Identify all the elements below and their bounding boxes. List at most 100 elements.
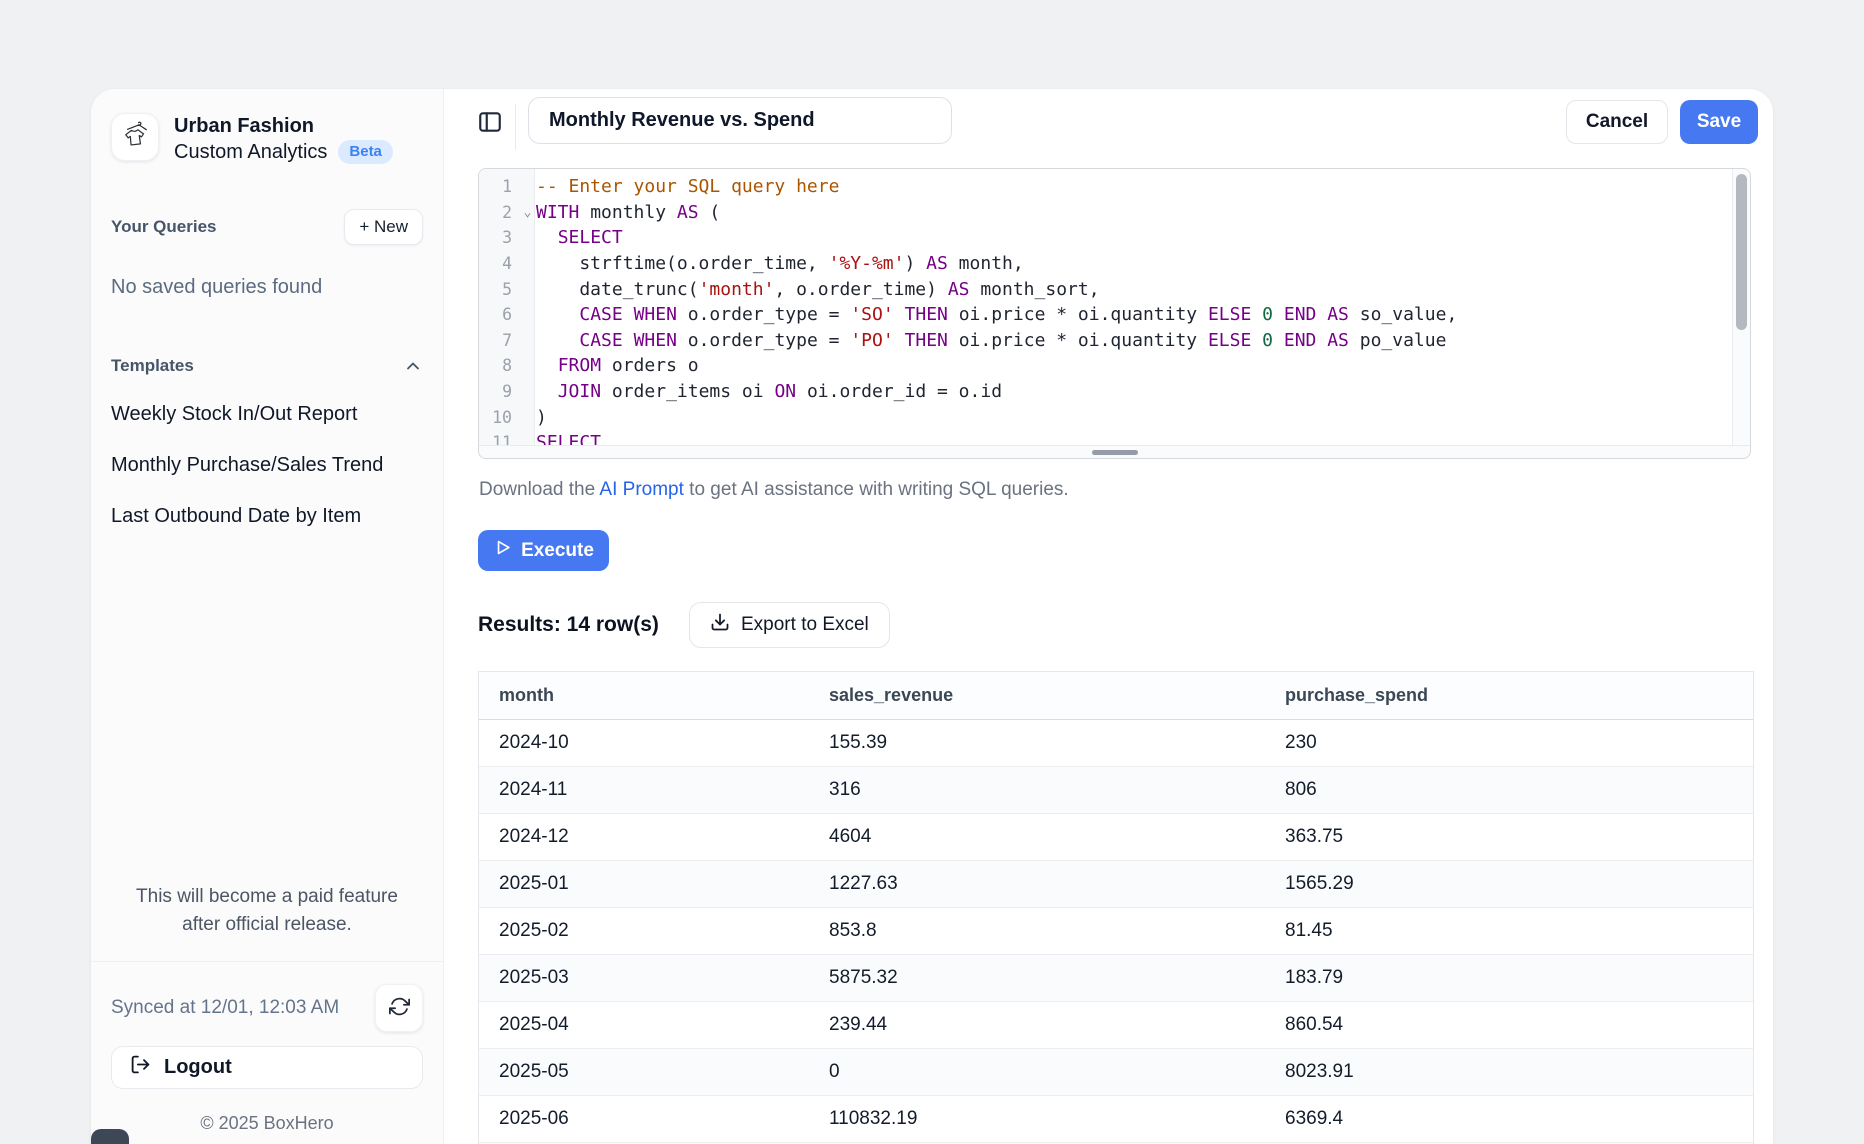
execute-button[interactable]: Execute [478, 530, 609, 571]
results-table-container: monthsales_revenuepurchase_spend 2024-10… [478, 671, 1754, 1144]
line-number: 6 [479, 305, 519, 324]
refresh-button[interactable] [375, 984, 423, 1032]
editor-line: 8 FROM orders o [479, 353, 1732, 379]
code-text[interactable]: CASE WHEN o.order_type = 'SO' THEN oi.pr… [536, 304, 1457, 325]
fold-chevron-icon[interactable]: ⌄ [519, 205, 536, 220]
sidebar-toggle-button[interactable] [475, 108, 505, 138]
save-button[interactable]: Save [1680, 100, 1758, 144]
workspace-titles: Urban Fashion Custom Analytics Beta [174, 113, 393, 165]
workspace-header: Urban Fashion Custom Analytics Beta [111, 113, 423, 165]
app-card: Urban Fashion Custom Analytics Beta Your… [91, 89, 1773, 1144]
sidebar: Urban Fashion Custom Analytics Beta Your… [91, 89, 444, 1144]
line-number: 1 [479, 177, 519, 196]
table-row: 2024-10155.39230 [479, 719, 1753, 766]
header-divider [515, 104, 516, 150]
your-queries-label: Your Queries [111, 217, 217, 237]
table-cell: 2025-03 [479, 954, 809, 1001]
table-cell: 1565.29 [1265, 860, 1753, 907]
table-cell: 5875.32 [809, 954, 1265, 1001]
editor-code-area[interactable]: 1 -- Enter your SQL query here 2⌄WITH mont… [479, 169, 1732, 446]
editor-line: 4 strftime(o.order_time, '%Y-%m') AS mon… [479, 251, 1732, 277]
table-cell: 2025-01 [479, 860, 809, 907]
code-text[interactable]: SELECT [536, 227, 623, 248]
editor-line: 7 CASE WHEN o.order_type = 'PO' THEN oi.… [479, 328, 1732, 354]
download-icon [710, 612, 730, 638]
line-number: 7 [479, 331, 519, 350]
code-text[interactable]: FROM orders o [536, 355, 699, 376]
code-text[interactable]: ) [536, 407, 547, 428]
table-cell: 2025-06 [479, 1095, 809, 1142]
code-text[interactable]: JOIN order_items oi ON oi.order_id = o.i… [536, 381, 1002, 402]
editor-scrollbar-thumb[interactable] [1736, 174, 1747, 330]
ai-prompt-link[interactable]: AI Prompt [599, 479, 683, 500]
table-cell: 363.75 [1265, 813, 1753, 860]
templates-label: Templates [111, 356, 194, 376]
table-row: 2025-02853.881.45 [479, 907, 1753, 954]
editor-line: 6 CASE WHEN o.order_type = 'SO' THEN oi.… [479, 302, 1732, 328]
table-cell: 81.45 [1265, 907, 1753, 954]
table-row: 2025-0508023.91 [479, 1048, 1753, 1095]
table-row: 2025-06110832.196369.4 [479, 1095, 1753, 1142]
paid-note-line1: This will become a paid feature [136, 886, 398, 907]
column-header: sales_revenue [809, 672, 1265, 719]
chevron-up-icon[interactable] [403, 356, 423, 376]
editor-line: 11SELECT [479, 430, 1732, 446]
editor-bottom-bar [479, 445, 1750, 458]
table-cell: 1227.63 [809, 860, 1265, 907]
editor-resize-handle[interactable] [1092, 450, 1138, 455]
template-item[interactable]: Last Outbound Date by Item [111, 503, 423, 529]
code-text[interactable]: strftime(o.order_time, '%Y-%m') AS month… [536, 253, 1024, 274]
table-body: 2024-10155.392302024-113168062024-124604… [479, 719, 1753, 1144]
export-excel-button[interactable]: Export to Excel [689, 602, 890, 648]
line-number: 3 [479, 228, 519, 247]
table-cell: 230 [1265, 719, 1753, 766]
line-number: 4 [479, 254, 519, 273]
table-cell: 155.39 [809, 719, 1265, 766]
refresh-icon [389, 996, 410, 1020]
export-label: Export to Excel [741, 614, 869, 636]
table-cell: 6369.4 [1265, 1095, 1753, 1142]
editor-line: 5 date_trunc('month', o.order_time) AS m… [479, 276, 1732, 302]
logout-label: Logout [164, 1056, 232, 1079]
table-cell: 110832.19 [809, 1095, 1265, 1142]
code-text[interactable]: -- Enter your SQL query here [536, 176, 839, 197]
widget-sliver [91, 1129, 129, 1144]
logout-button[interactable]: Logout [111, 1046, 423, 1089]
table-row: 2024-124604363.75 [479, 813, 1753, 860]
code-text[interactable]: SELECT [536, 432, 601, 446]
template-item[interactable]: Monthly Purchase/Sales Trend [111, 452, 423, 478]
execute-label: Execute [521, 540, 594, 562]
table-row: 2025-04239.44860.54 [479, 1001, 1753, 1048]
table-cell: 2024-12 [479, 813, 809, 860]
line-number: 5 [479, 280, 519, 299]
column-header: purchase_spend [1265, 672, 1753, 719]
line-number: 9 [479, 382, 519, 401]
sql-editor[interactable]: 1 -- Enter your SQL query here 2⌄WITH mont… [478, 168, 1751, 459]
line-number: 2 [479, 203, 519, 222]
table-cell: 853.8 [809, 907, 1265, 954]
code-text[interactable]: date_trunc('month', o.order_time) AS mon… [536, 279, 1100, 300]
template-item[interactable]: Weekly Stock In/Out Report [111, 401, 423, 427]
table-cell: 183.79 [1265, 954, 1753, 1001]
table-cell: 0 [809, 1048, 1265, 1095]
new-query-button[interactable]: + New [344, 209, 423, 245]
workspace-name: Urban Fashion [174, 113, 393, 139]
table-row: 2024-11316806 [479, 766, 1753, 813]
table-cell: 806 [1265, 766, 1753, 813]
cancel-button[interactable]: Cancel [1566, 100, 1668, 144]
synced-text: Synced at 12/01, 12:03 AM [111, 997, 339, 1019]
code-text[interactable]: WITH monthly AS ( [536, 202, 720, 223]
table-cell: 4604 [809, 813, 1265, 860]
results-table: monthsales_revenuepurchase_spend 2024-10… [479, 672, 1753, 1144]
editor-line: 10) [479, 404, 1732, 430]
results-summary: Results: 14 row(s) [478, 613, 659, 637]
table-cell: 2024-11 [479, 766, 809, 813]
editor-scrollbar-track [1732, 169, 1750, 446]
query-title-input[interactable] [528, 97, 952, 144]
empty-queries-text: No saved queries found [111, 276, 423, 299]
templates-list: Weekly Stock In/Out Report Monthly Purcha… [111, 401, 423, 529]
table-header-row: monthsales_revenuepurchase_spend [479, 672, 1753, 719]
code-text[interactable]: CASE WHEN o.order_type = 'PO' THEN oi.pr… [536, 330, 1446, 351]
main-panel: Cancel Save 1 -- Enter your SQL query her… [444, 89, 1773, 1144]
workspace-logo [111, 113, 159, 161]
